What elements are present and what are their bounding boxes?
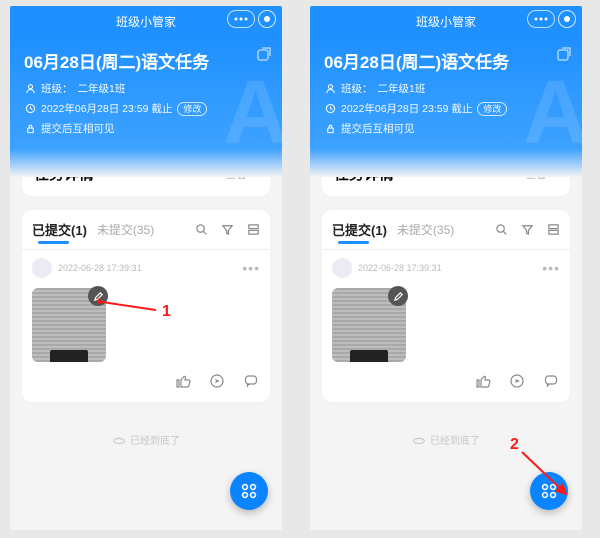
filter-icon[interactable]: [520, 223, 534, 237]
phone-right: 班级小管家 A 06月28日(周二)语文任务 班级： 二年级1班 2022年06…: [310, 6, 582, 530]
post-more-button[interactable]: •••: [242, 260, 260, 276]
submissions-card: 已提交(1) 未提交(35) 2022-06-28 17:39:31 •••: [322, 210, 570, 402]
task-header: A 06月28日(周二)语文任务 班级： 二年级1班 2022年06月28日 2…: [310, 36, 582, 177]
layout-icon[interactable]: [246, 223, 260, 237]
tab-unsubmitted[interactable]: 未提交(35): [397, 221, 454, 238]
close-miniapp-button[interactable]: [258, 10, 276, 28]
tab-unsubmitted[interactable]: 未提交(35): [97, 221, 154, 238]
modify-deadline-button[interactable]: 修改: [177, 102, 207, 116]
comment-icon[interactable]: [542, 372, 560, 390]
tab-submitted[interactable]: 已提交(1): [32, 220, 87, 239]
visibility-text: 提交后互相可见: [41, 121, 115, 136]
post-more-button[interactable]: •••: [542, 260, 560, 276]
submission-tabs: 已提交(1) 未提交(35): [332, 220, 560, 239]
post-actions: [332, 372, 560, 390]
visibility-text: 提交后互相可见: [341, 121, 415, 136]
lock-icon: [324, 123, 336, 135]
post-actions: [32, 372, 260, 390]
deadline-line: 2022年06月28日 23:59 截止 修改: [24, 101, 268, 116]
deadline-text: 2022年06月28日 23:59 截止: [341, 101, 472, 116]
fab-button[interactable]: [230, 472, 268, 510]
submission-post: 2022-06-28 17:39:31 •••: [32, 250, 260, 390]
submission-tabs: 已提交(1) 未提交(35): [32, 220, 260, 239]
title-bar: 班级小管家: [10, 6, 282, 36]
class-line: 班级： 二年级1班: [24, 81, 268, 96]
deadline-line: 2022年06月28日 23:59 截止 修改: [324, 101, 568, 116]
class-icon: [324, 83, 336, 95]
title-bar: 班级小管家: [310, 6, 582, 36]
post-header: 2022-06-28 17:39:31 •••: [332, 258, 560, 278]
app-title: 班级小管家: [416, 13, 476, 30]
lock-icon: [24, 123, 36, 135]
avatar[interactable]: [332, 258, 352, 278]
search-icon[interactable]: [494, 223, 508, 237]
filter-icon[interactable]: [220, 223, 234, 237]
class-line: 班级： 二年级1班: [324, 81, 568, 96]
task-header: A 06月28日(周二)语文任务 班级： 二年级1班 2022年06月28日 2…: [10, 36, 282, 177]
class-label: 班级：: [341, 81, 373, 96]
tab-submitted[interactable]: 已提交(1): [332, 220, 387, 239]
deadline-text: 2022年06月28日 23:59 截止: [41, 101, 172, 116]
end-of-list: 已经到底了: [310, 432, 582, 447]
submissions-card: 已提交(1) 未提交(35) 2022-06-28 17:39:31 •••: [22, 210, 270, 402]
class-icon: [24, 83, 36, 95]
end-of-list: 已经到底了: [10, 432, 282, 447]
more-button[interactable]: [227, 10, 255, 28]
titlebar-actions: [527, 10, 576, 28]
task-title: 06月28日(周二)语文任务: [324, 48, 568, 73]
share-post-icon[interactable]: [508, 372, 526, 390]
submission-thumbnail[interactable]: [332, 288, 406, 362]
post-header: 2022-06-28 17:39:31 •••: [32, 258, 260, 278]
class-value: 二年级1班: [78, 81, 126, 96]
app-title: 班级小管家: [116, 13, 176, 30]
class-label: 班级：: [41, 81, 73, 96]
visibility-line: 提交后互相可见: [24, 121, 268, 136]
post-timestamp: 2022-06-28 17:39:31: [58, 263, 142, 273]
clock-icon: [24, 103, 36, 115]
like-icon[interactable]: [474, 372, 492, 390]
post-timestamp: 2022-06-28 17:39:31: [358, 263, 442, 273]
search-icon[interactable]: [194, 223, 208, 237]
titlebar-actions: [227, 10, 276, 28]
edit-icon[interactable]: [88, 286, 108, 306]
share-icon[interactable]: [256, 46, 272, 67]
close-miniapp-button[interactable]: [558, 10, 576, 28]
share-icon[interactable]: [556, 46, 572, 67]
phone-left: 班级小管家 A 06月28日(周二)语文任务 班级： 二年级1班: [10, 6, 282, 530]
more-button[interactable]: [527, 10, 555, 28]
share-post-icon[interactable]: [208, 372, 226, 390]
submission-post: 2022-06-28 17:39:31 •••: [332, 250, 560, 390]
layout-icon[interactable]: [546, 223, 560, 237]
fab-button[interactable]: [530, 472, 568, 510]
clock-icon: [324, 103, 336, 115]
edit-icon[interactable]: [388, 286, 408, 306]
task-title: 06月28日(周二)语文任务: [24, 48, 268, 73]
comment-icon[interactable]: [242, 372, 260, 390]
modify-deadline-button[interactable]: 修改: [477, 102, 507, 116]
like-icon[interactable]: [174, 372, 192, 390]
avatar[interactable]: [32, 258, 52, 278]
submission-thumbnail[interactable]: [32, 288, 106, 362]
visibility-line: 提交后互相可见: [324, 121, 568, 136]
class-value: 二年级1班: [378, 81, 426, 96]
